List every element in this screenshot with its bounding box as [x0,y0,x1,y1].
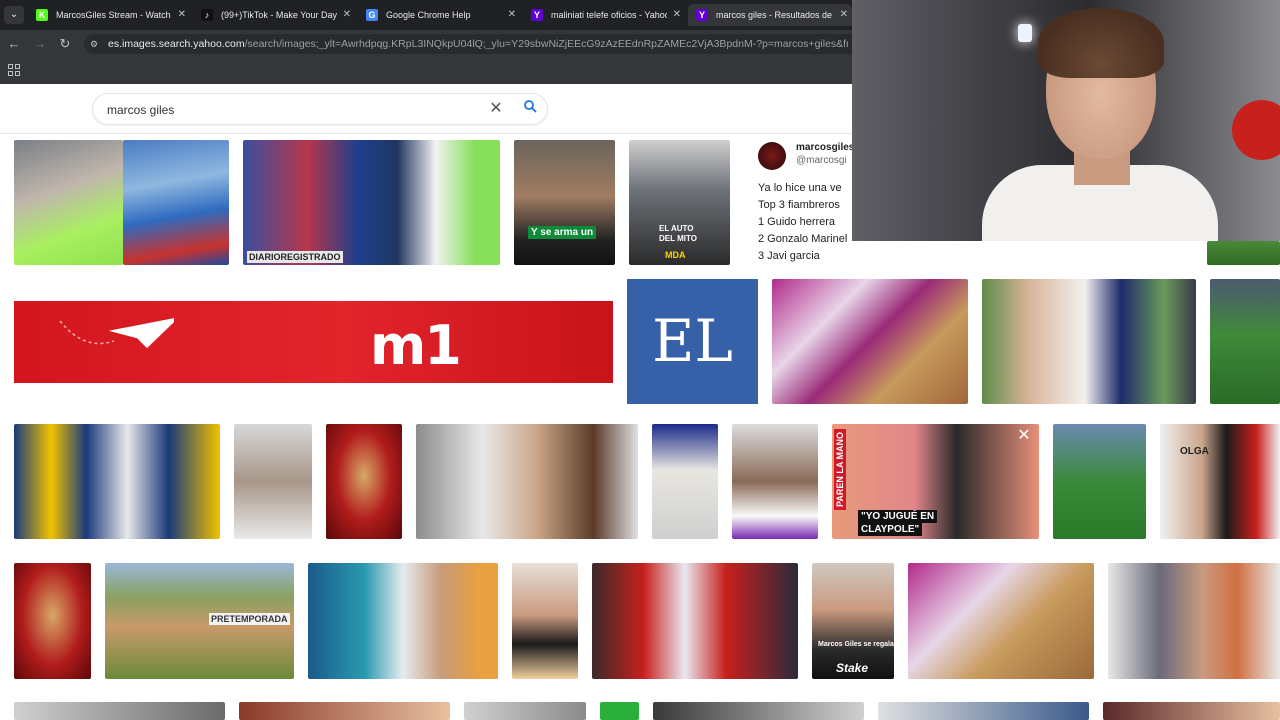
image-caption: "YO JUGUÉ EN [858,510,938,523]
address-bar[interactable]: ⚙ es.images.search.yahoo.com/search/imag… [84,34,852,54]
image-caption: DEL MITO [659,234,697,243]
image-caption: PAREN LA MANO [834,429,846,510]
tab-close-icon[interactable]: ✕ [508,4,516,26]
telegram-icon [59,318,174,349]
webcam-overlay [852,0,1280,241]
tab-close-icon[interactable]: ✕ [840,4,848,26]
result-image-tweet[interactable]: marcosgiles @marcosgi Ya lo hice una ve … [744,140,852,266]
search-box: ✕ [92,93,548,125]
search-input[interactable] [107,100,467,120]
image-caption: Y se arma un [528,226,597,239]
search-header: ✕ [0,84,852,134]
result-image[interactable] [592,563,798,679]
image-caption: Stake [836,661,869,675]
image-caption: MDA [665,250,686,260]
bookmarks-bar [0,58,852,84]
result-image[interactable]: EL AUTO DEL MITO MDA [629,140,730,265]
result-image[interactable] [600,702,639,720]
tab-title: Google Chrome Help [386,10,471,20]
image-caption: CLAYPOLE" [858,523,923,536]
result-image[interactable] [239,702,450,720]
search-button[interactable] [520,99,540,119]
tab-favicon-icon: ♪ [201,9,213,21]
result-image[interactable] [234,424,312,539]
clear-search-button[interactable]: ✕ [486,99,506,119]
tab-close-icon[interactable]: ✕ [343,4,351,26]
result-image[interactable] [772,279,968,404]
tweet-line: 3 Javi garcia [758,250,820,262]
apps-icon[interactable] [8,64,20,76]
result-image[interactable] [14,140,123,265]
tab-4[interactable]: Ymaliniati telefe oficios - Yahoo ✕ [523,4,685,26]
toolbar: ← → ↻ ⚙ es.images.search.yahoo.com/searc… [0,30,852,58]
image-caption: OLGA [1180,446,1209,457]
tab-title: maliniati telefe oficios - Yahoo [551,10,667,20]
result-image[interactable] [652,424,718,539]
result-image[interactable]: Y se arma un [514,140,615,265]
tab-title: marcos giles - Resultados de Ya [716,10,834,20]
reload-icon[interactable]: ↻ [57,36,73,52]
tab-title: MarcosGiles Stream - Watch Li [56,10,172,20]
tab-1[interactable]: K MarcosGiles Stream - Watch Li ✕ [28,4,190,26]
result-image[interactable] [1053,424,1146,539]
result-image[interactable] [14,424,220,539]
tweet-line: Ya lo hice una ve [758,182,842,194]
tab-favicon-icon: Y [696,9,708,21]
result-image[interactable]: m1 [14,279,613,404]
m1-logo: m1 [370,314,462,377]
result-image[interactable]: PAREN LA MANO "YO JUGUÉ EN CLAYPOLE" [832,424,1039,539]
result-image[interactable] [878,702,1089,720]
tweet-name: marcosgiles [796,142,852,153]
tab-bar: ⌄ K MarcosGiles Stream - Watch Li ✕ ♪ (99+)T… [0,0,852,30]
tweet-line: 1 Guido herrera [758,216,836,228]
back-icon[interactable]: ← [6,36,22,52]
url-text[interactable]: es.images.search.yahoo.com/search/images… [108,34,848,54]
search-icon [524,100,537,113]
result-image[interactable] [416,424,638,539]
result-image[interactable] [1103,702,1280,720]
result-image[interactable] [14,702,225,720]
image-caption: EL AUTO [659,224,694,233]
image-caption: DIARIOREGISTRADO [247,251,343,263]
result-image[interactable] [982,279,1196,404]
result-image[interactable] [732,424,818,539]
tweet-line: Top 3 fiambreros [758,199,840,211]
result-image[interactable] [908,563,1094,679]
result-image[interactable] [1207,241,1280,265]
streamer-hair [1038,8,1164,78]
result-image[interactable]: OLGA [1160,424,1280,539]
tab-close-icon[interactable]: ✕ [178,4,186,26]
result-image[interactable]: DIARIOREGISTRADO [243,140,500,265]
result-image[interactable] [308,563,498,679]
image-caption: PRETEMPORADA [209,613,290,625]
tab-3[interactable]: G Google Chrome Help ✕ [358,4,520,26]
close-icon[interactable]: ✕ [1015,428,1033,444]
result-image[interactable] [326,424,402,539]
tab-2[interactable]: ♪ (99+)TikTok - Make Your Day ✕ [193,4,355,26]
result-image[interactable] [1108,563,1280,679]
result-image[interactable]: PRETEMPORADA [105,563,294,679]
result-image[interactable] [512,563,578,679]
tab-favicon-icon: K [36,9,48,21]
forward-icon[interactable]: → [32,36,48,52]
tab-close-icon[interactable]: ✕ [673,4,681,26]
result-image[interactable]: Marcos Giles se regala Stake [812,563,894,679]
avatar [758,142,786,170]
tab-title: (99+)TikTok - Make Your Day [221,10,337,20]
result-image[interactable] [464,702,586,720]
tab-favicon-icon: Y [531,9,543,21]
result-image-el-logo[interactable]: EL [627,279,758,404]
tweet-line: 2 Gonzalo Marinel [758,233,848,245]
result-image[interactable] [123,140,229,265]
tab-5[interactable]: Ymarcos giles - Resultados de Ya ✕ [688,4,852,26]
result-image[interactable] [1210,279,1280,404]
tweet-handle: @marcosgi [796,155,847,166]
site-info-icon[interactable]: ⚙ [90,38,102,50]
result-image[interactable] [14,563,91,679]
result-image[interactable] [653,702,864,720]
m1-banner: m1 [14,301,613,383]
tab-favicon-icon: G [366,9,378,21]
image-caption: Marcos Giles se regala [818,641,894,648]
tab-search-button[interactable]: ⌄ [4,6,24,24]
